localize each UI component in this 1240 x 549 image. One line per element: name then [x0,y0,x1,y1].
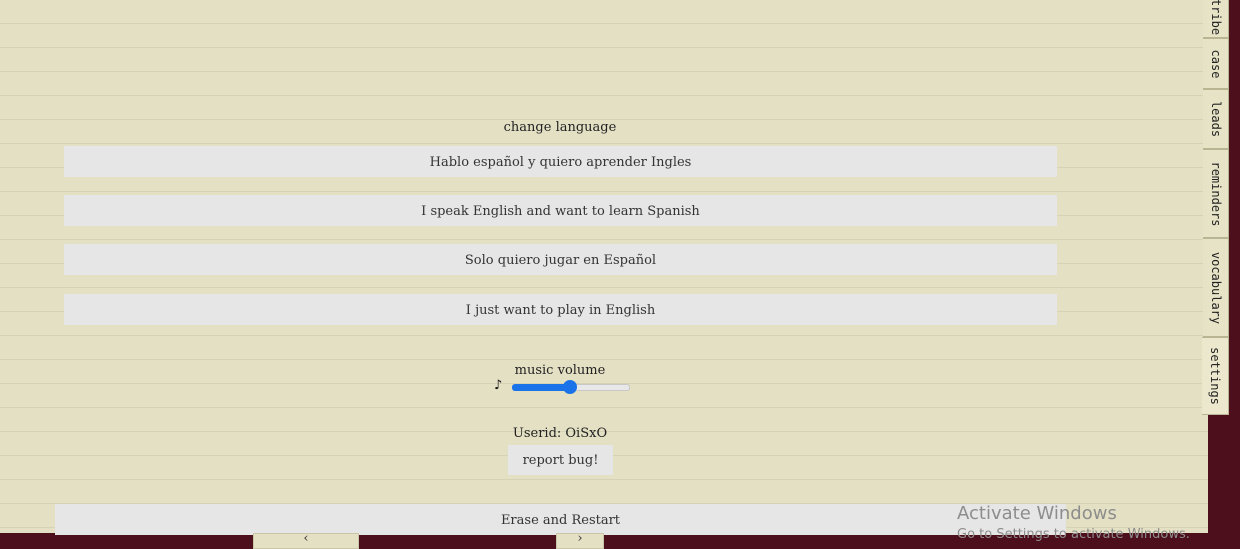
activate-windows-subtitle: Go to Settings to activate Windows. [957,527,1190,542]
settings-panel: change language Hablo español y quiero a… [0,0,1208,535]
language-option-play-english[interactable]: I just want to play in English [64,294,1057,325]
music-volume-label: music volume [514,363,606,378]
chevron-right-icon: › [577,531,583,546]
report-bug-button[interactable]: report bug! [508,445,613,475]
tab-case[interactable]: case [1203,38,1229,89]
music-volume-thumb[interactable] [563,380,577,394]
userid-text: Userid: OiSxO [512,426,608,441]
next-page-button[interactable]: › [556,531,604,549]
tab-settings[interactable]: settings [1202,337,1229,415]
change-language-heading: change language [503,120,617,135]
activate-windows-title: Activate Windows [957,503,1117,524]
music-volume-fill [512,384,570,391]
chevron-left-icon: ‹ [303,531,309,546]
language-option-spanish-learn-english[interactable]: Hablo español y quiero aprender Ingles [64,146,1057,177]
tab-leads[interactable]: leads [1203,89,1229,149]
erase-restart-button[interactable]: Erase and Restart [55,504,1066,535]
tab-reminders[interactable]: reminders [1203,149,1229,238]
tab-tribe[interactable]: tribe [1203,0,1229,38]
prev-page-button[interactable]: ‹ [253,531,359,549]
tab-vocabulary-label: vocabulary [1208,251,1223,324]
tab-vocabulary[interactable]: vocabulary [1203,238,1229,337]
language-option-play-spanish[interactable]: Solo quiero jugar en Español [64,244,1057,275]
language-option-english-learn-spanish[interactable]: I speak English and want to learn Spanis… [64,195,1057,226]
tab-reminders-label: reminders [1208,160,1223,227]
music-volume-control: ♪ [494,378,634,396]
tab-settings-label: settings [1208,347,1222,405]
music-note-icon: ♪ [494,378,503,393]
tab-tribe-label: tribe [1208,0,1223,36]
tab-case-label: case [1208,49,1223,78]
tab-leads-label: leads [1208,100,1223,138]
